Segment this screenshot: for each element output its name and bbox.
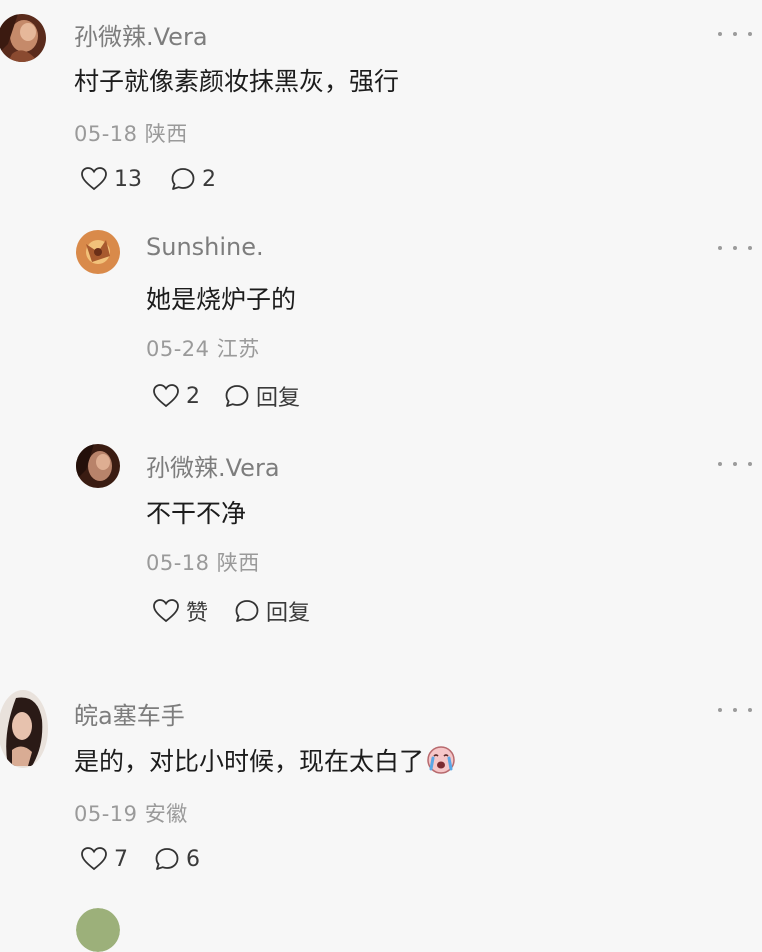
reply-content: 她是烧炉子的 bbox=[146, 285, 297, 314]
comment-bubble-icon bbox=[225, 385, 249, 407]
comment-actions: 13 2 bbox=[80, 166, 216, 192]
like-count: 2 bbox=[186, 383, 200, 409]
avatar[interactable] bbox=[0, 14, 46, 62]
reply-content: 不干不净 bbox=[146, 499, 247, 528]
comment-meta: 05-19 安徽 bbox=[74, 798, 188, 828]
like-label: 赞 bbox=[186, 601, 209, 626]
comment-actions: 7 6 bbox=[80, 846, 200, 872]
avatar-photo-icon bbox=[76, 908, 120, 952]
like-button[interactable]: 13 bbox=[80, 166, 142, 192]
reply-count: 2 bbox=[202, 166, 216, 192]
avatar-photo-icon bbox=[0, 14, 46, 62]
like-button[interactable]: 赞 bbox=[152, 595, 208, 627]
comment-bubble-icon bbox=[155, 848, 179, 870]
comment-bubble-icon bbox=[235, 600, 259, 622]
reply-button[interactable]: 回复 bbox=[234, 595, 310, 627]
more-options-icon[interactable] bbox=[718, 238, 752, 258]
reply-actions: 2 回复 bbox=[152, 380, 300, 412]
reply-date: 05-18 bbox=[146, 551, 210, 575]
crying-face-icon bbox=[426, 745, 456, 781]
reply-username[interactable]: 孙微辣.Vera bbox=[146, 448, 280, 483]
comment-location: 陕西 bbox=[144, 122, 188, 146]
reply-meta: 05-18 陕西 bbox=[146, 547, 260, 577]
avatar[interactable] bbox=[76, 444, 120, 488]
reply-count: 6 bbox=[186, 846, 200, 872]
reply-label: 回复 bbox=[266, 601, 311, 626]
reply-button[interactable]: 6 bbox=[154, 846, 200, 872]
reply-actions: 赞 回复 bbox=[152, 595, 310, 627]
comment-meta: 05-18 陕西 bbox=[74, 118, 188, 148]
avatar[interactable] bbox=[76, 230, 120, 274]
like-button[interactable]: 2 bbox=[152, 383, 200, 409]
comment-text: 是的，对比小时候，现在太白了 bbox=[74, 747, 425, 776]
reply-label: 回复 bbox=[256, 386, 301, 411]
avatar-photo-icon bbox=[76, 230, 120, 274]
heart-icon bbox=[81, 847, 107, 871]
more-options-icon[interactable] bbox=[718, 700, 752, 720]
reply-date: 05-24 bbox=[146, 337, 210, 361]
reply-username[interactable]: Sunshine. bbox=[146, 233, 264, 261]
comment-location: 安徽 bbox=[144, 802, 188, 826]
comment-username[interactable]: 孙微辣.Vera bbox=[74, 17, 208, 52]
like-count: 7 bbox=[114, 846, 128, 872]
comment-content: 村子就像素颜妆抹黑灰，强行 bbox=[74, 67, 400, 96]
more-options-icon[interactable] bbox=[718, 24, 752, 44]
heart-icon bbox=[81, 167, 107, 191]
comment-bubble-icon bbox=[171, 168, 195, 190]
reply-meta: 05-24 江苏 bbox=[146, 333, 260, 363]
like-button[interactable]: 7 bbox=[80, 846, 128, 872]
avatar-photo-icon bbox=[76, 444, 120, 488]
comment-date: 05-18 bbox=[74, 122, 138, 146]
heart-icon bbox=[153, 384, 179, 408]
avatar-photo-icon bbox=[0, 690, 48, 768]
comment-date: 05-19 bbox=[74, 802, 138, 826]
avatar[interactable] bbox=[0, 690, 48, 768]
comment-content: 是的，对比小时候，现在太白了 bbox=[74, 742, 456, 781]
comment-username[interactable]: 皖a塞车手 bbox=[74, 696, 185, 731]
reply-button[interactable]: 2 bbox=[170, 166, 216, 192]
more-options-icon[interactable] bbox=[718, 454, 752, 474]
like-count: 13 bbox=[114, 166, 142, 192]
reply-location: 江苏 bbox=[216, 337, 260, 361]
reply-button[interactable]: 回复 bbox=[224, 380, 300, 412]
heart-icon bbox=[153, 599, 179, 623]
reply-location: 陕西 bbox=[216, 551, 260, 575]
avatar[interactable] bbox=[76, 908, 120, 952]
